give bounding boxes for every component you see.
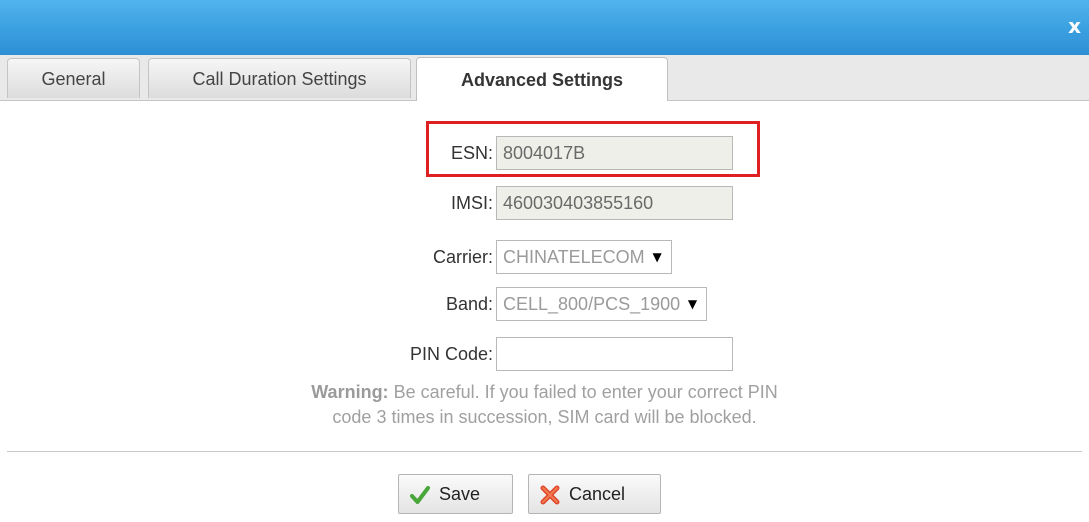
tab-call-duration-settings[interactable]: Call Duration Settings (148, 58, 411, 98)
tab-advanced-settings[interactable]: Advanced Settings (416, 57, 668, 101)
footer-divider (7, 451, 1082, 452)
imsi-field: 460030403855160 (496, 186, 733, 220)
pin-row: PIN Code: (0, 337, 1089, 371)
cross-icon (540, 485, 560, 505)
tab-general[interactable]: General (7, 58, 140, 98)
warning-line-1: Warning: Be careful. If you failed to en… (0, 380, 1089, 405)
cancel-label: Cancel (569, 484, 626, 504)
carrier-row: Carrier: CHINATELECOM ▼ (0, 240, 1089, 274)
band-select[interactable]: CELL_800/PCS_1900 ▼ (496, 287, 708, 321)
save-button[interactable]: Save (398, 474, 513, 514)
warning-text-1: Be careful. If you failed to enter your … (393, 382, 778, 402)
carrier-value: CHINATELECOM (503, 247, 645, 267)
pin-code-input[interactable] (496, 337, 733, 371)
esn-row: ESN: 8004017B (0, 136, 1089, 170)
band-label: Band: (445, 294, 493, 314)
pin-label: PIN Code: (409, 344, 493, 364)
carrier-label: Carrier: (432, 247, 493, 267)
carrier-select[interactable]: CHINATELECOM ▼ (496, 240, 672, 274)
warning-text-2: code 3 times in succession, SIM card wil… (332, 407, 757, 427)
close-button[interactable]: x (1068, 16, 1081, 36)
imsi-row: IMSI: 460030403855160 (0, 186, 1089, 220)
tab-bar: General Call Duration Settings Advanced … (0, 55, 1089, 101)
esn-field: 8004017B (496, 136, 733, 170)
dropdown-arrow-icon: ▼ (687, 297, 698, 311)
imsi-label: IMSI: (450, 193, 493, 213)
esn-label: ESN: (450, 143, 493, 163)
warning-prefix: Warning: (311, 382, 389, 402)
cancel-button[interactable]: Cancel (528, 474, 661, 514)
band-row: Band: CELL_800/PCS_1900 ▼ (0, 287, 1089, 321)
dropdown-arrow-icon: ▼ (652, 250, 662, 264)
pin-warning: Warning: Be careful. If you failed to en… (0, 380, 1089, 430)
save-label: Save (439, 484, 481, 504)
dialog-titlebar: x (0, 0, 1089, 55)
check-icon (410, 486, 430, 504)
band-value: CELL_800/PCS_1900 (503, 294, 681, 314)
